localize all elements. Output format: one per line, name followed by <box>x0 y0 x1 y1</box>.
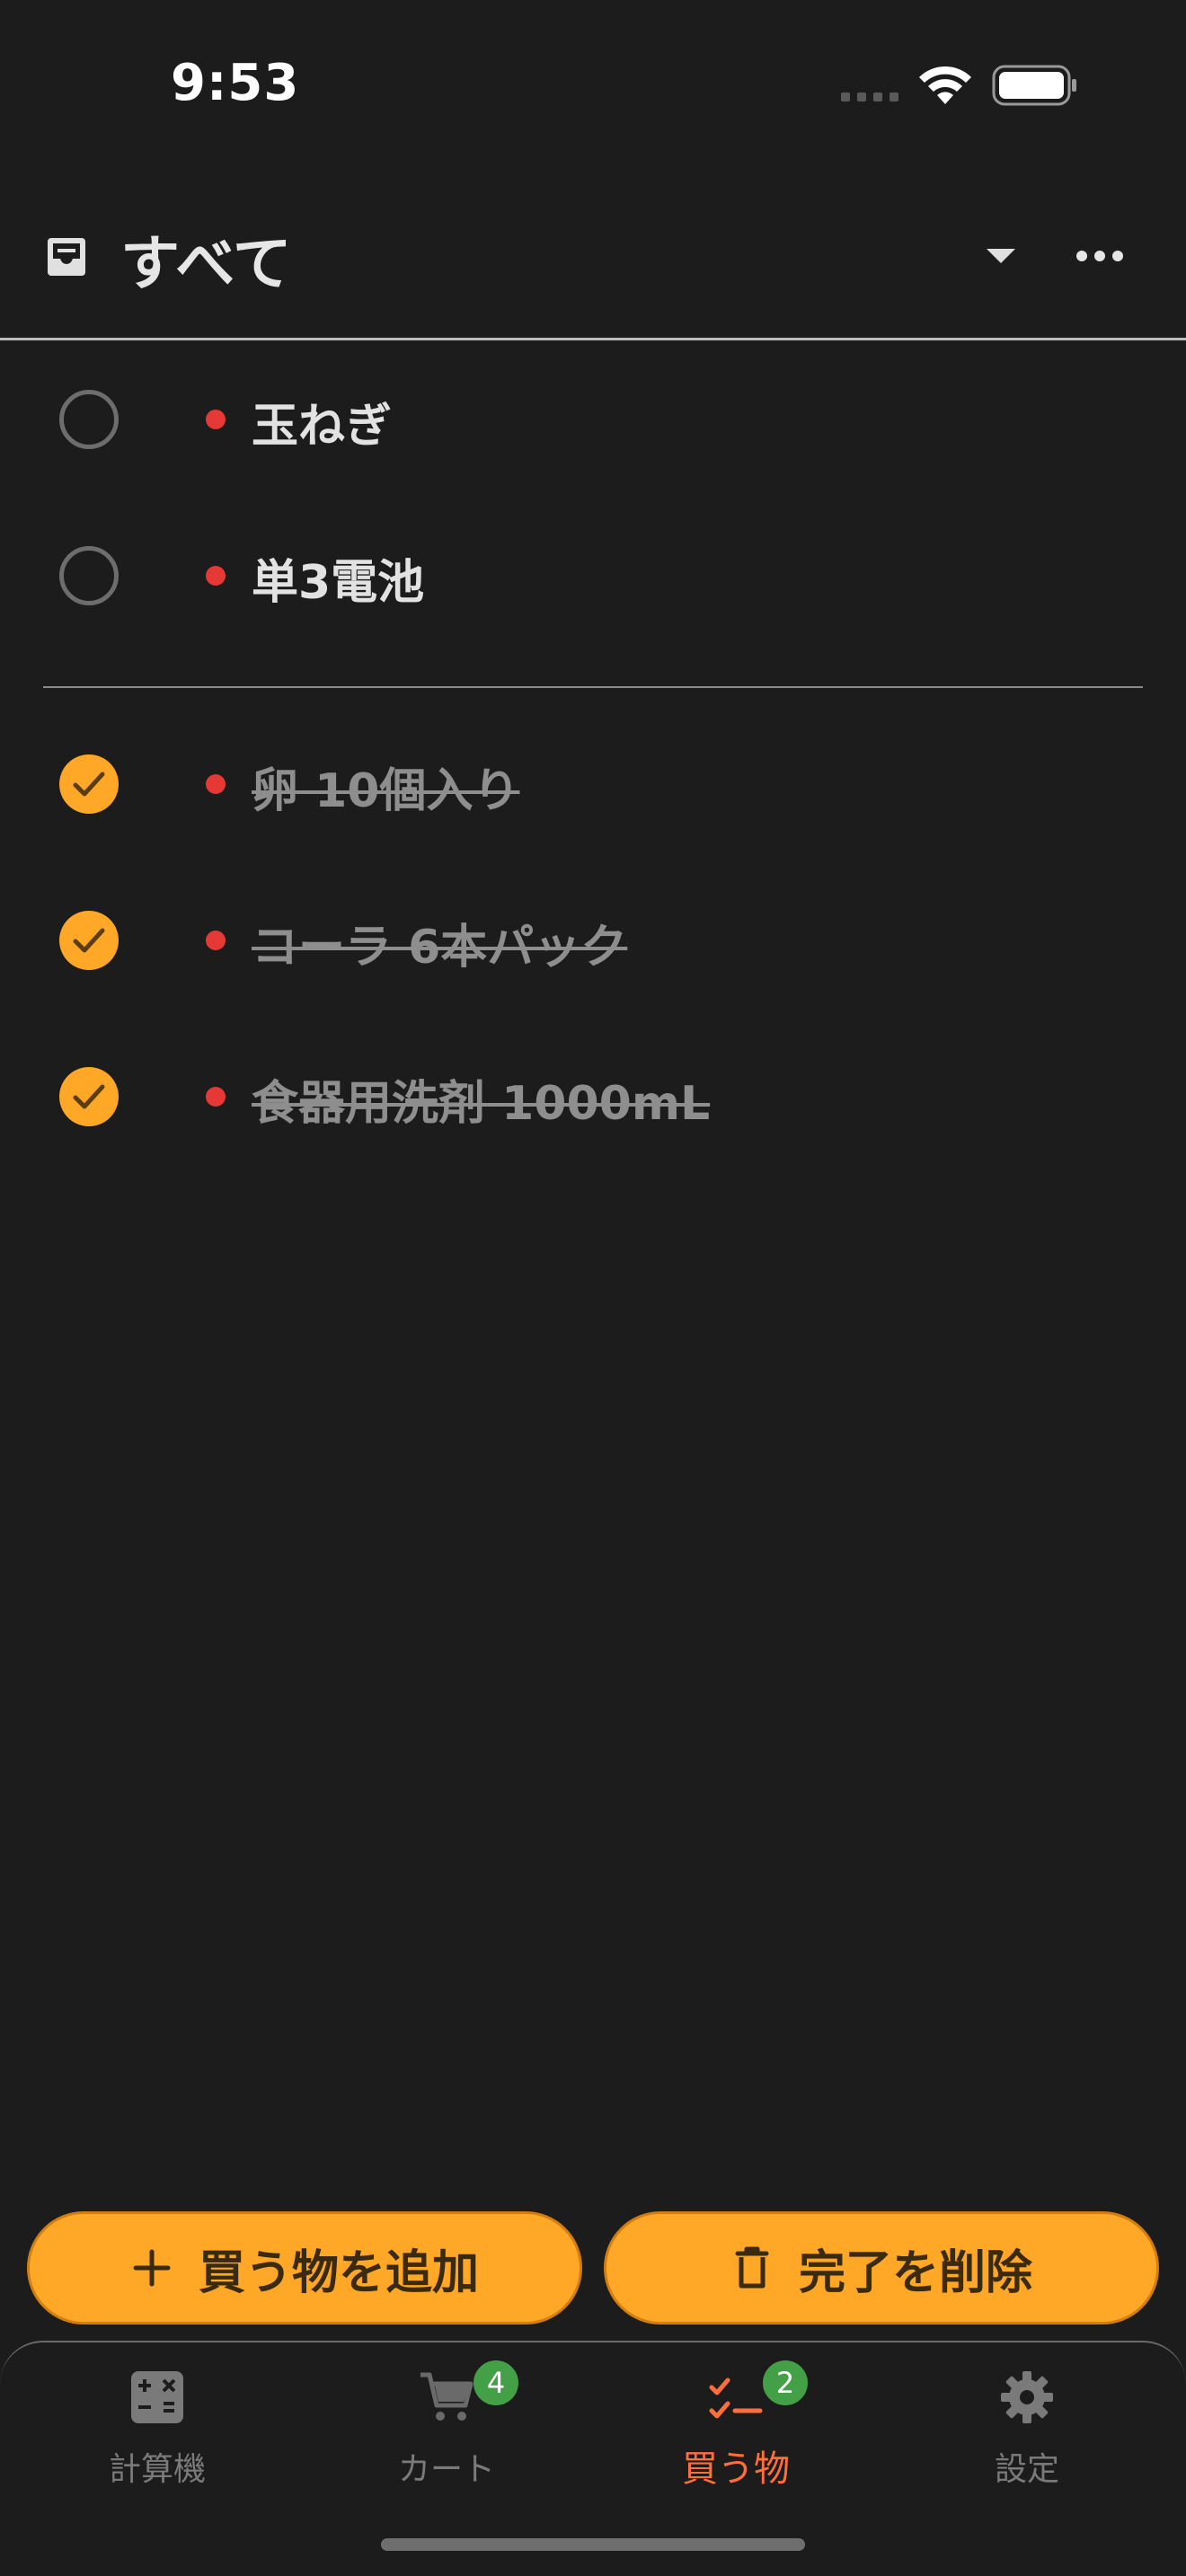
tab-calculator[interactable]: 計算機 <box>9 2360 305 2488</box>
priority-dot <box>206 1087 226 1107</box>
tab-cart[interactable]: 4 カート <box>298 2360 595 2488</box>
battery-icon <box>992 65 1076 106</box>
tab-label: 設定 <box>994 2451 1059 2488</box>
list-item[interactable]: 食器用洗剤 1000mL <box>0 1029 1186 1164</box>
inbox-icon <box>48 238 85 276</box>
calculator-icon <box>131 2371 183 2423</box>
plus-icon <box>133 2249 171 2287</box>
wifi-icon <box>919 66 971 104</box>
checkbox-checked[interactable] <box>59 911 119 970</box>
tab-shopping-list[interactable]: 2 買う物 <box>588 2360 884 2490</box>
list-item[interactable]: 玉ねぎ <box>0 352 1186 487</box>
checklist-icon <box>709 2378 763 2419</box>
trash-icon <box>735 2246 769 2289</box>
status-bar: 9:53 <box>0 0 1186 171</box>
priority-dot <box>206 566 226 586</box>
list-item[interactable]: 単3電池 <box>0 508 1186 643</box>
checkmark-icon <box>73 1084 105 1109</box>
more-icon[interactable] <box>1075 246 1125 266</box>
status-time: 9:53 <box>171 54 300 112</box>
list-header: すべて <box>0 189 1186 340</box>
checkbox-checked[interactable] <box>59 754 119 814</box>
delete-completed-button[interactable]: 完了を削除 <box>604 2211 1159 2325</box>
gear-icon <box>1001 2371 1053 2423</box>
checkmark-icon <box>73 772 105 797</box>
tab-label: カート <box>397 2451 495 2488</box>
item-label: 玉ねぎ <box>252 400 393 454</box>
list-item[interactable]: コーラ 6本パック <box>0 873 1186 1008</box>
checkbox[interactable] <box>59 546 119 605</box>
cart-badge: 4 <box>474 2360 518 2405</box>
tab-label: 買う物 <box>682 2448 790 2490</box>
add-item-label: 買う物を追加 <box>198 2245 479 2300</box>
item-label: 単3電池 <box>252 556 425 610</box>
list-item[interactable]: 卵 10個入り <box>0 717 1186 851</box>
item-label: 食器用洗剤 1000mL <box>252 1077 711 1131</box>
section-divider <box>43 686 1143 688</box>
shopping-badge: 2 <box>763 2360 808 2405</box>
caret-down-icon[interactable] <box>983 245 1019 267</box>
priority-dot <box>206 774 226 794</box>
priority-dot <box>206 410 226 429</box>
checkmark-icon <box>73 928 105 953</box>
checkbox-checked[interactable] <box>59 1067 119 1126</box>
add-item-button[interactable]: 買う物を追加 <box>27 2211 582 2325</box>
priority-dot <box>206 931 226 950</box>
checkbox[interactable] <box>59 390 119 449</box>
list-title[interactable]: すべて <box>120 216 292 302</box>
home-indicator <box>381 2538 805 2551</box>
delete-completed-label: 完了を削除 <box>798 2245 1032 2300</box>
item-label: コーラ 6本パック <box>252 921 628 975</box>
cart-icon <box>420 2372 474 2421</box>
cellular-signal-icon <box>841 93 900 101</box>
tab-label: 計算機 <box>108 2451 206 2488</box>
tab-settings[interactable]: 設定 <box>879 2360 1175 2488</box>
item-label: 卵 10個入り <box>252 764 520 818</box>
header-divider <box>0 338 1186 340</box>
